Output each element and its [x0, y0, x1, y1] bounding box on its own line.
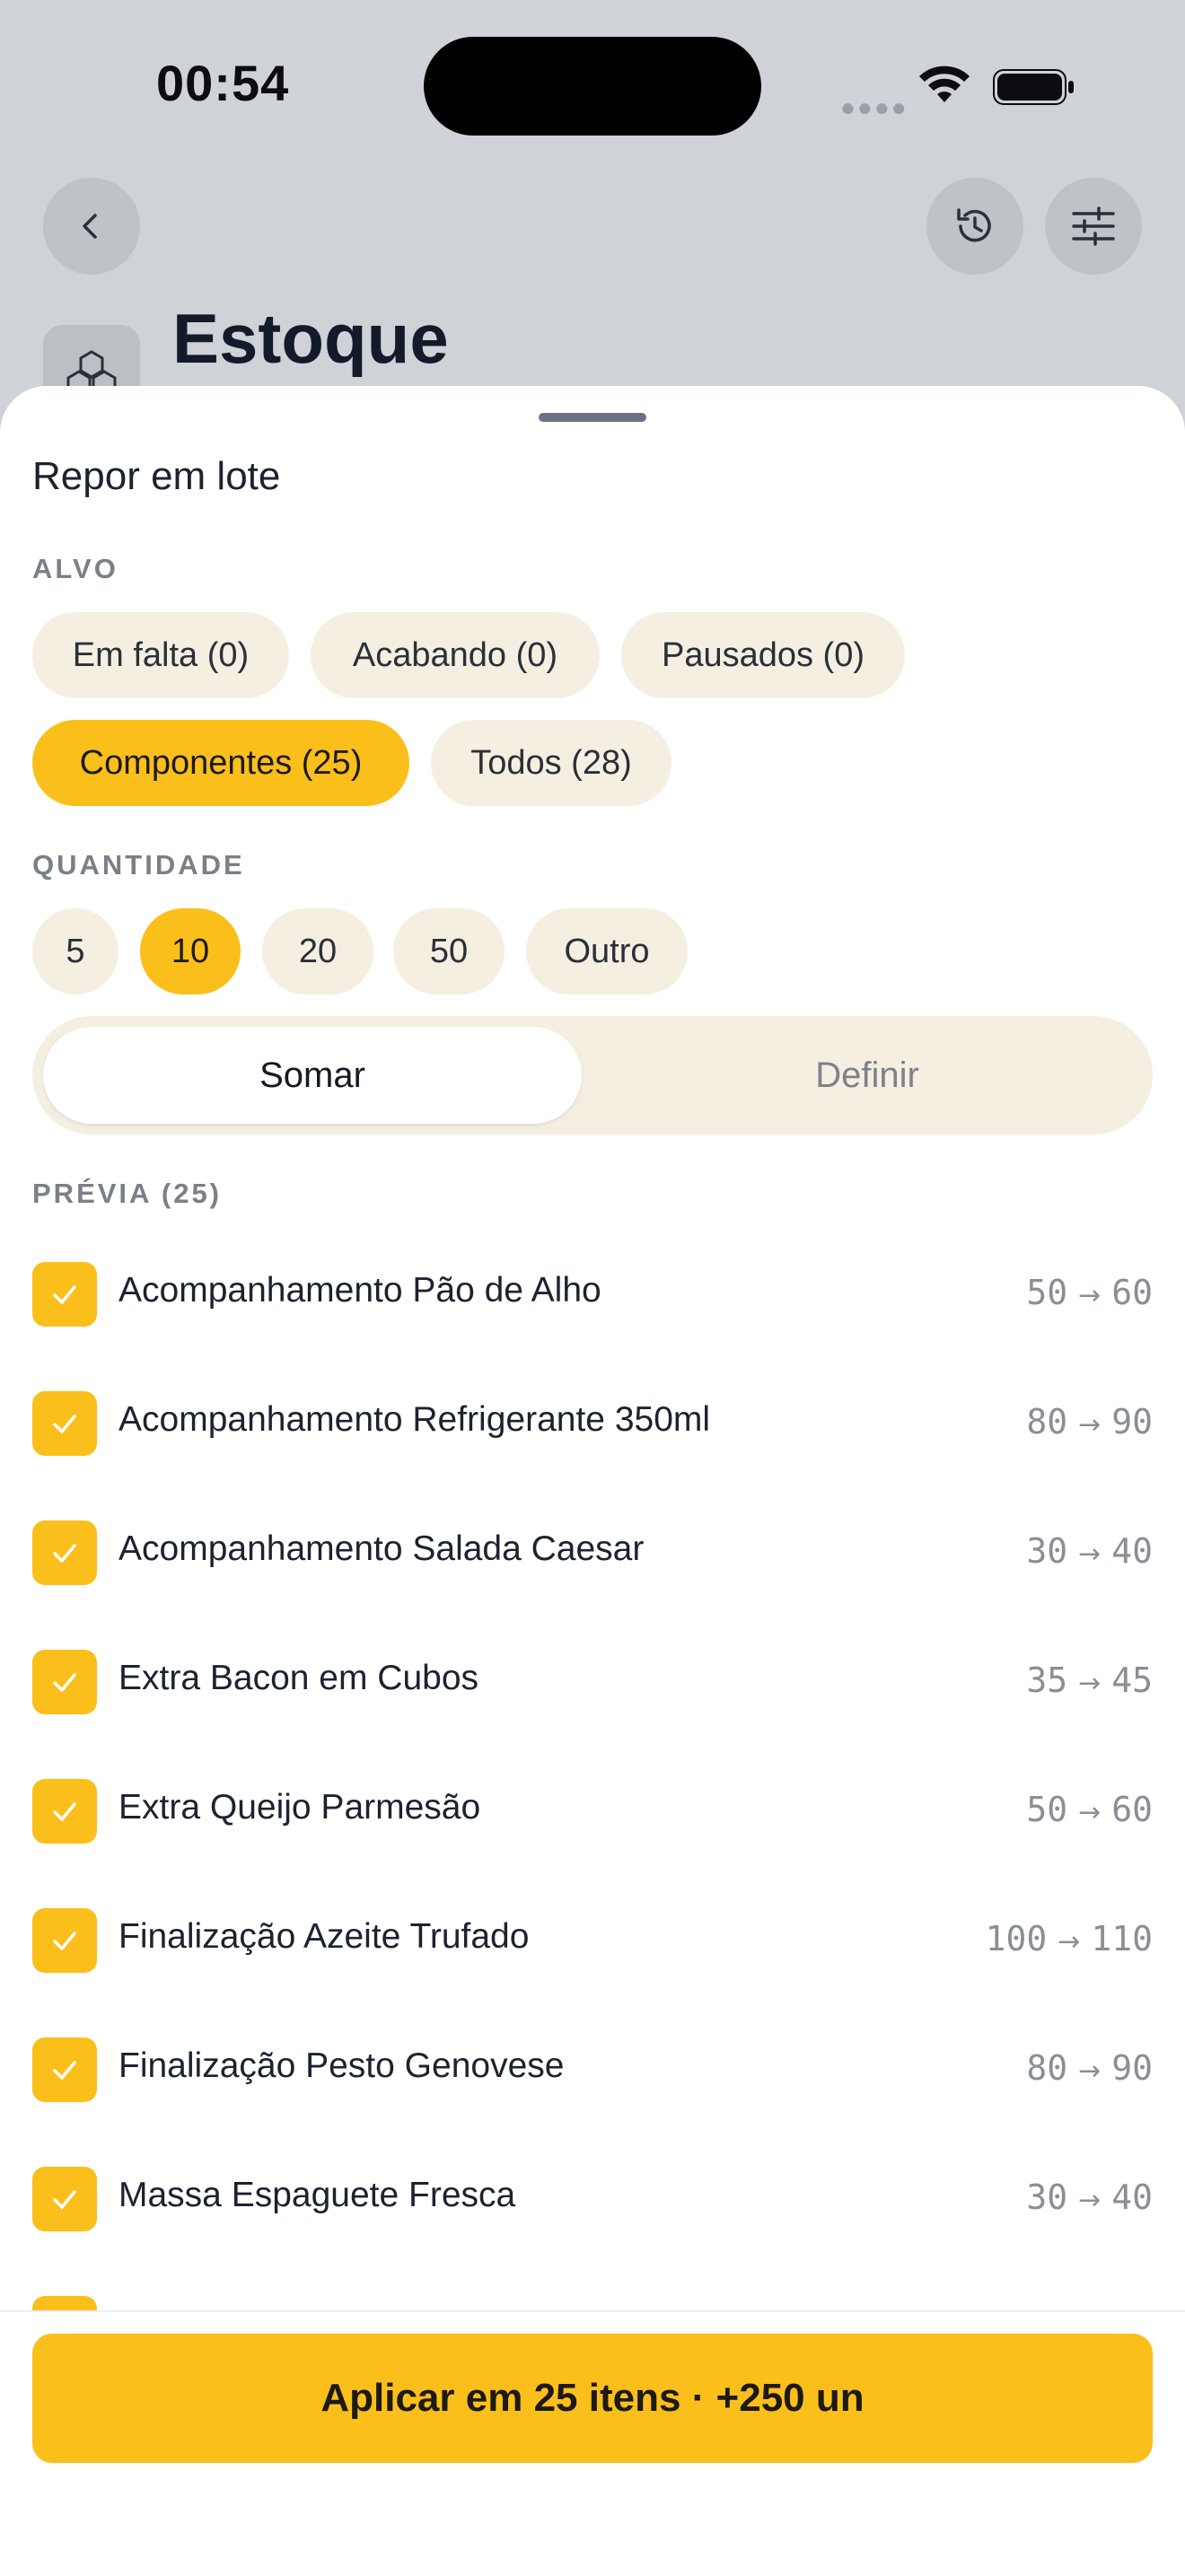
item-name: Acompanhamento Refrigerante 350ml [118, 1400, 711, 1439]
check-icon [53, 1932, 76, 1950]
item-quantity-change: 80 → 90 [1026, 1402, 1153, 1441]
dynamic-island [424, 37, 761, 136]
list-item[interactable]: Extra Bacon em Cubos 35 → 45 [32, 1635, 1153, 1734]
checkbox[interactable] [32, 1779, 97, 1844]
quantity-to: 60 [1111, 1790, 1153, 1829]
checkbox[interactable] [32, 1908, 97, 1973]
item-quantity-change: 100 → 110 [986, 1919, 1153, 1958]
list-item[interactable]: Extra Queijo Parmesão 50 → 60 [32, 1765, 1153, 1863]
list-item[interactable]: Acompanhamento Refrigerante 350ml 80 → 90 [32, 1377, 1153, 1476]
checkbox[interactable] [32, 2167, 97, 2231]
item-quantity-change: 30 → 40 [1026, 2177, 1153, 2217]
quantity-to: 40 [1111, 1531, 1153, 1571]
item-name: Extra Queijo Parmesão [118, 1788, 481, 1827]
item-quantity-change: 50 → 60 [1026, 1790, 1153, 1829]
arrow-right-icon: → [1078, 2185, 1102, 2216]
status-bar: 00:54 ●●●● [0, 0, 1185, 171]
quantity-to: 45 [1111, 1660, 1153, 1700]
item-name: Acompanhamento Salada Caesar [118, 1529, 645, 1568]
qty-chip-5[interactable]: 5 [32, 908, 118, 994]
quantity-section-label: QUANTIDADE [32, 849, 245, 881]
chip-todos[interactable]: Todos (28) [431, 720, 672, 806]
arrow-right-icon: → [1078, 1668, 1102, 1699]
check-icon [53, 2190, 76, 2209]
checkbox[interactable] [32, 1262, 97, 1327]
arrow-right-icon: → [1078, 1538, 1102, 1570]
qty-chip-10[interactable]: 10 [140, 908, 241, 994]
signal-icon: ●●●● [840, 93, 908, 121]
list-item[interactable]: Acompanhamento Pão de Alho 50 → 60 [32, 1248, 1153, 1346]
chip-acabando[interactable]: Acabando (0) [311, 612, 600, 698]
preview-section-label: PRÉVIA (25) [32, 1178, 223, 1209]
chip-pausados[interactable]: Pausados (0) [621, 612, 905, 698]
sheet-title: Repor em lote [32, 454, 281, 498]
quantity-to: 40 [1111, 2177, 1153, 2217]
check-icon [53, 2061, 76, 2080]
chip-em-falta[interactable]: Em falta (0) [32, 612, 289, 698]
item-quantity-change: 35 → 45 [1026, 1660, 1153, 1700]
qty-chip-outro[interactable]: Outro [526, 908, 688, 994]
item-name: Extra Bacon em Cubos [118, 1659, 479, 1697]
quantity-to: 110 [1091, 1919, 1153, 1958]
quantity-from: 80 [1026, 2048, 1068, 2088]
history-button[interactable] [926, 178, 1023, 275]
item-quantity-change: 80 → 90 [1026, 2048, 1153, 2088]
filter-button[interactable] [1045, 178, 1142, 275]
item-quantity-change: 30 → 40 [1026, 1531, 1153, 1571]
apply-button[interactable]: Aplicar em 25 itens · +250 un [32, 2334, 1153, 2463]
mode-segmented-control: Somar Definir [32, 1016, 1153, 1135]
arrow-right-icon: → [1078, 1797, 1102, 1828]
checkbox[interactable] [32, 1650, 97, 1714]
quantity-from: 50 [1026, 1790, 1068, 1829]
filter-icon [1072, 206, 1115, 246]
batch-restock-sheet: Repor em lote ALVO Em falta (0) Acabando… [0, 386, 1185, 2574]
back-icon [83, 214, 97, 239]
quantity-from: 30 [1026, 2177, 1068, 2217]
quantity-to: 90 [1111, 2048, 1153, 2088]
battery-icon [993, 69, 1074, 105]
checkbox[interactable] [32, 1520, 97, 1585]
page-title: Estoque [172, 299, 449, 378]
wifi-icon [919, 66, 970, 102]
check-icon [53, 1544, 76, 1563]
history-icon [957, 208, 991, 242]
quantity-from: 50 [1026, 1273, 1068, 1312]
arrow-right-icon: → [1078, 1280, 1102, 1311]
check-icon [53, 1415, 76, 1433]
quantity-from: 35 [1026, 1660, 1068, 1700]
quantity-from: 100 [985, 1919, 1048, 1958]
checkbox[interactable] [32, 2037, 97, 2102]
mode-somar[interactable]: Somar [43, 1027, 582, 1124]
quantity-to: 90 [1111, 1402, 1153, 1441]
item-quantity-change: 50 → 60 [1026, 1273, 1153, 1312]
list-item[interactable]: Acompanhamento Salada Caesar 30 → 40 [32, 1506, 1153, 1605]
back-button[interactable] [43, 178, 140, 275]
footer-bar: Aplicar em 25 itens · +250 un [0, 2310, 1185, 2576]
item-name: Acompanhamento Pão de Alho [118, 1271, 601, 1310]
arrow-right-icon: → [1078, 2055, 1102, 2087]
quantity-from: 30 [1026, 1531, 1068, 1571]
quantity-to: 60 [1111, 1273, 1153, 1312]
chip-componentes[interactable]: Componentes (25) [32, 720, 409, 806]
target-section-label: ALVO [32, 553, 118, 584]
mode-definir[interactable]: Definir [592, 1027, 1142, 1124]
check-icon [53, 1802, 76, 1821]
checkbox[interactable] [32, 1391, 97, 1456]
arrow-right-icon: → [1078, 1409, 1102, 1441]
quantity-from: 80 [1026, 1402, 1068, 1441]
check-icon [53, 1285, 76, 1304]
check-icon [53, 1673, 76, 1692]
arrow-right-icon: → [1058, 1926, 1081, 1958]
list-item[interactable]: Massa Espaguete Fresca 30 → 40 [32, 2152, 1153, 2251]
list-item[interactable]: Finalização Azeite Trufado 100 → 110 [32, 1894, 1153, 1993]
item-name: Finalização Azeite Trufado [118, 1917, 530, 1956]
qty-chip-50[interactable]: 50 [393, 908, 505, 994]
item-name: Finalização Pesto Genovese [118, 2046, 565, 2085]
list-item[interactable]: Finalização Pesto Genovese 80 → 90 [32, 2023, 1153, 2122]
sheet-grabber[interactable] [539, 413, 646, 422]
qty-chip-20[interactable]: 20 [262, 908, 373, 994]
item-name: Massa Espaguete Fresca [118, 2176, 516, 2214]
status-time: 00:54 [156, 55, 290, 111]
